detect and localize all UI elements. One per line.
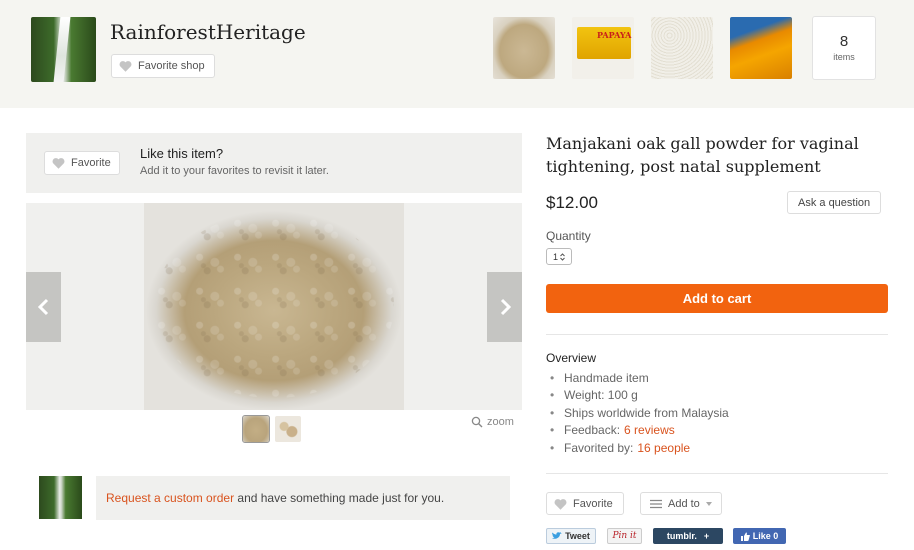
shop-avatar[interactable] [31,17,96,82]
quantity-value: 1 [552,251,558,262]
listing-title: Manjakani oak gall powder for vaginal ti… [546,134,859,176]
favorite-item-label: Favorite [71,157,111,169]
divider [546,473,888,474]
image-thumb-1[interactable] [242,415,270,443]
reviews-link[interactable]: 6 reviews [624,423,675,437]
caret-down-icon [705,501,712,506]
like-subtitle: Add it to your favorites to revisit it l… [140,165,329,177]
chevron-right-icon [500,298,511,316]
favorited-by-link[interactable]: 16 people [637,441,690,455]
overview-item: • Weight: 100 g [550,388,638,403]
like-label: Like 0 [752,531,779,541]
shop-thumb-turmeric[interactable] [730,17,792,79]
facebook-like-button[interactable]: Like 0 [733,528,786,544]
chevron-left-icon [37,298,48,316]
thumbs-up-icon [740,532,750,541]
items-count: 8 [839,33,849,50]
overview-item-text: Weight: 100 g [564,388,638,403]
add-to-list-button[interactable]: Add to [640,492,722,515]
shop-owner-avatar[interactable] [39,476,82,519]
zoom-button[interactable]: zoom [471,416,514,428]
image-thumb-2[interactable] [275,416,301,442]
overview-list: • Handmade item • Weight: 100 g • Ships wor… [550,369,729,457]
divider [546,334,888,335]
quantity-label: Quantity [546,229,591,243]
overview-item: • Handmade item [550,370,649,385]
papaya-soap-label: PAPAYA [597,30,632,40]
overview-item: • Ships worldwide from Malaysia [550,405,729,420]
twitter-bird-icon [552,532,563,539]
tweet-label: Tweet [565,531,590,541]
quantity-select[interactable]: 1 [546,248,572,265]
main-product-image[interactable] [144,203,404,410]
overview-item-text: Ships worldwide from Malaysia [564,405,729,420]
like-title: Like this item? [140,146,224,161]
tweet-button[interactable]: Tweet [546,528,596,544]
favorite-shop-button[interactable]: Favorite shop [111,54,215,78]
like-item-bar: Favorite Like this item? Add it to your … [26,133,522,193]
list-icon [650,499,662,508]
favorite-listing-button[interactable]: Favorite [546,492,624,515]
overview-title: Overview [546,351,597,365]
image-thumbnails [242,415,301,443]
favorite-listing-label: Favorite [573,497,613,510]
overview-item-text: Favorited by: [564,440,634,455]
overview-item: • Feedback: 6 reviews [550,423,675,438]
tumblr-share-button[interactable]: tumblr. + [653,528,723,544]
shop-thumb-powder[interactable] [493,17,555,79]
shop-thumb-papaya-soap[interactable]: PAPAYA [572,17,634,79]
image-gallery [26,203,522,410]
heart-icon [52,158,65,169]
items-label: items [833,52,855,62]
listing-price: $12.00 [546,193,598,212]
heart-icon [554,498,567,510]
shop-item-thumbnails: PAPAYA 8 items [493,16,876,80]
shop-thumb-rice[interactable] [651,17,713,79]
add-to-cart-button[interactable]: Add to cart [546,284,888,313]
overview-item-text: Handmade item [564,370,649,385]
previous-image-button[interactable] [26,272,61,342]
overview-item-text: Feedback: [564,423,621,438]
shop-items-count-box[interactable]: 8 items [812,16,876,80]
shop-name[interactable]: RainforestHeritage [110,20,306,44]
shop-header: RainforestHeritage Favorite shop PAPAYA … [0,0,914,108]
ask-question-button[interactable]: Ask a question [787,191,882,214]
magnifier-icon [471,416,483,428]
updown-icon [560,252,565,261]
heart-icon [119,61,132,72]
request-custom-order-link[interactable]: Request a custom order [106,491,234,505]
pin-it-button[interactable]: Pin it [607,528,642,544]
plus-icon: + [703,531,710,541]
favorite-item-button[interactable]: Favorite [44,151,120,175]
favorite-shop-label: Favorite shop [138,60,205,72]
overview-item: • Favorited by: 16 people [550,440,691,455]
tumblr-label: tumblr. [666,531,697,541]
listing-main: Favorite Like this item? Add it to your … [0,108,914,550]
custom-order-text: and have something made just for you. [234,491,445,505]
zoom-label: zoom [487,416,514,428]
add-to-label: Add to [668,497,700,510]
next-image-button[interactable] [487,272,522,342]
custom-order-bar: Request a custom order and have somethin… [96,476,510,520]
